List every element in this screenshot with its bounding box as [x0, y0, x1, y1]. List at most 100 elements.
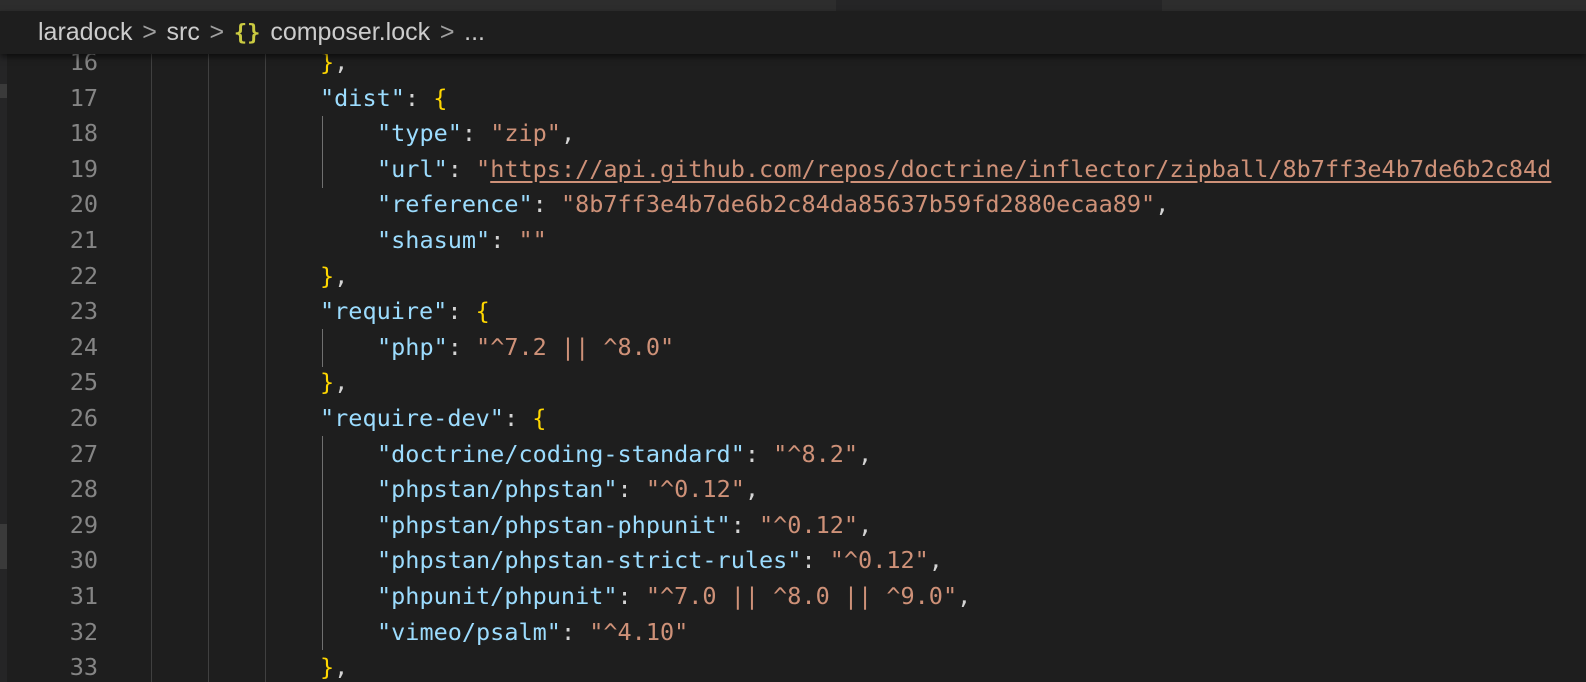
- code-token: "vimeo/psalm": [377, 617, 561, 646]
- line-number[interactable]: 31: [7, 579, 98, 615]
- tab-other-area[interactable]: [1162, 0, 1586, 11]
- code-text: "require": {: [320, 294, 490, 330]
- code-token: "type": [377, 119, 462, 148]
- code-token: "^4.10": [589, 617, 689, 646]
- code-token: "8b7ff3e4b7de6b2c84da85637b59fd2880ecaa8…: [560, 190, 1156, 219]
- line-number[interactable]: 22: [7, 259, 98, 295]
- code-line[interactable]: 17 "dist": {: [7, 81, 1586, 117]
- breadcrumb-item-symbol[interactable]: ...: [464, 18, 485, 47]
- code-line[interactable]: 21 "shasum": "": [7, 223, 1586, 259]
- line-number[interactable]: 29: [7, 508, 98, 544]
- code-token: "phpunit/phpunit": [377, 582, 618, 610]
- code-line[interactable]: 22},: [7, 259, 1586, 295]
- tab-strip[interactable]: [0, 0, 1586, 11]
- code-token: :: [560, 617, 590, 646]
- code-token: "^0.12": [829, 546, 929, 575]
- code-token: ,: [957, 582, 972, 610]
- url-link[interactable]: https://api.github.com/repos/doctrine/in…: [490, 155, 1551, 183]
- code-token: }: [320, 653, 335, 682]
- tab-active-area[interactable]: [0, 0, 836, 11]
- code-line[interactable]: 28 "phpstan/phpstan": "^0.12",: [7, 472, 1586, 508]
- chevron-right-icon: >: [209, 18, 225, 46]
- code-line[interactable]: 25},: [7, 365, 1586, 401]
- line-number[interactable]: 17: [7, 81, 98, 117]
- code-line[interactable]: 31 "phpunit/phpunit": "^7.0 || ^8.0 || ^9…: [7, 579, 1586, 615]
- code-text: "phpunit/phpunit": "^7.0 || ^8.0 || ^9.0…: [377, 579, 971, 615]
- line-number[interactable]: 20: [7, 187, 98, 223]
- line-number[interactable]: 26: [7, 401, 98, 437]
- code-line[interactable]: 26 "require-dev": {: [7, 401, 1586, 437]
- line-number[interactable]: 32: [7, 615, 98, 651]
- code-token: {: [433, 83, 448, 112]
- code-text: "phpstan/phpstan-phpunit": "^0.12",: [377, 508, 872, 544]
- line-number[interactable]: 21: [7, 223, 98, 259]
- code-text: },: [320, 54, 348, 81]
- line-number[interactable]: 33: [7, 650, 98, 682]
- code-text: "phpstan/phpstan": "^0.12",: [377, 472, 759, 508]
- line-number[interactable]: 28: [7, 472, 98, 508]
- line-number[interactable]: 30: [7, 543, 98, 579]
- code-token: "^0.12": [759, 510, 859, 539]
- code-token: :: [617, 475, 646, 504]
- code-token: ,: [858, 439, 873, 468]
- code-token: "php": [377, 332, 448, 361]
- code-token: ": [476, 154, 491, 183]
- code-text: "reference": "8b7ff3e4b7de6b2c84da85637b…: [377, 187, 1169, 223]
- edge-marker: [0, 84, 7, 98]
- code-token: :: [461, 119, 491, 148]
- code-token: :: [730, 510, 760, 539]
- code-token: :: [801, 546, 830, 575]
- breadcrumb-item-laradock[interactable]: laradock: [38, 18, 133, 47]
- editor-window: laradock > src > {} composer.lock > ... 1…: [0, 0, 1586, 682]
- code-line[interactable]: 19 "url": "https://api.github.com/repos/d…: [7, 152, 1586, 188]
- code-line[interactable]: 32 "vimeo/psalm": "^4.10": [7, 615, 1586, 651]
- code-token: }: [320, 54, 335, 76]
- code-token: "^8.2": [773, 439, 859, 468]
- code-editor[interactable]: 16}, 17 "dist": {18 "type": "zip", 19 "url": …: [7, 54, 1586, 682]
- code-token: :: [532, 190, 561, 219]
- code-token: :: [447, 297, 476, 326]
- code-token: ,: [334, 261, 349, 290]
- breadcrumb-item-src[interactable]: src: [167, 18, 200, 47]
- code-token: "": [518, 226, 547, 254]
- line-number[interactable]: 19: [7, 152, 98, 188]
- code-line[interactable]: 33},: [7, 650, 1586, 682]
- code-line[interactable]: 20 "reference": "8b7ff3e4b7de6b2c84da8563…: [7, 187, 1586, 223]
- code-text: "doctrine/coding-standard": "^8.2",: [377, 437, 872, 473]
- code-token: "phpstan/phpstan-strict-rules": [377, 546, 802, 575]
- chevron-right-icon: >: [142, 18, 157, 46]
- code-text: "dist": {: [320, 81, 447, 117]
- code-line[interactable]: 23 "require": {: [7, 294, 1586, 330]
- code-line[interactable]: 30 "phpstan/phpstan-strict-rules": "^0.12…: [7, 543, 1586, 579]
- code-line[interactable]: 18 "type": "zip",: [7, 116, 1586, 152]
- code-line[interactable]: 29 "phpstan/phpstan-phpunit": "^0.12",: [7, 508, 1586, 544]
- code-token: ,: [928, 546, 943, 575]
- line-number[interactable]: 16: [7, 54, 98, 81]
- code-token: "^7.2 || ^8.0": [476, 332, 675, 361]
- line-number[interactable]: 25: [7, 365, 98, 401]
- code-text: },: [320, 365, 348, 401]
- code-line[interactable]: 16},: [7, 54, 1586, 81]
- code-token: "url": [377, 154, 448, 183]
- code-token: "require": [320, 297, 448, 326]
- code-text: "type": "zip",: [377, 116, 575, 152]
- chevron-right-icon: >: [439, 18, 455, 46]
- code-token: "dist": [320, 83, 405, 112]
- activity-edge: [0, 54, 7, 682]
- line-number[interactable]: 24: [7, 330, 98, 366]
- breadcrumb-item-composer-lock[interactable]: {} composer.lock: [234, 18, 430, 47]
- code-token: "reference": [377, 190, 533, 219]
- code-token: "zip": [490, 119, 561, 148]
- code-token: "shasum": [377, 226, 491, 254]
- line-number[interactable]: 23: [7, 294, 98, 330]
- code-token: :: [447, 332, 477, 361]
- line-number[interactable]: 27: [7, 437, 98, 473]
- code-line[interactable]: 27 "doctrine/coding-standard": "^8.2",: [7, 437, 1586, 473]
- code-token: ,: [560, 119, 576, 148]
- line-number[interactable]: 18: [7, 116, 98, 152]
- code-line[interactable]: 24 "php": "^7.2 || ^8.0": [7, 330, 1586, 366]
- code-text: },: [320, 650, 348, 682]
- code-token: ,: [1155, 190, 1170, 219]
- code-token: "^7.0 || ^8.0 || ^9.0": [645, 582, 958, 610]
- code-token: }: [320, 261, 335, 290]
